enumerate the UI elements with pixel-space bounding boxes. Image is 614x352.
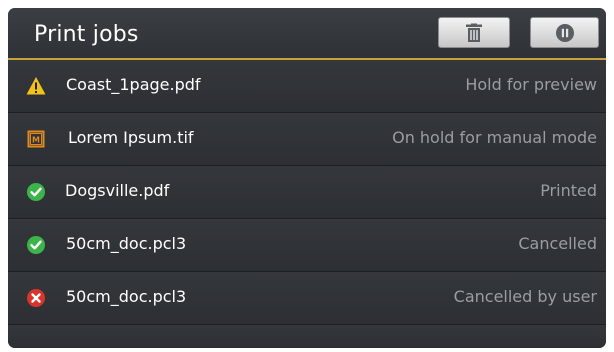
job-name: Dogsville.pdf [65,181,170,200]
header-bar: Print jobs [8,8,606,60]
job-row[interactable]: 50cm_doc.pcl3 Cancelled by user [8,272,606,325]
empty-list-area [8,325,606,348]
job-status: Hold for preview [465,75,597,94]
pause-button[interactable] [530,17,599,48]
job-list: Coast_1page.pdf Hold for preview M Lorem… [8,60,606,325]
warning-icon [26,77,46,95]
svg-text:M: M [32,136,40,145]
job-row[interactable]: Coast_1page.pdf Hold for preview [8,60,606,113]
error-circle-icon [27,289,45,307]
manual-mode-icon: M [27,130,45,148]
check-circle-icon [27,236,45,254]
page-title: Print jobs [34,22,139,47]
job-name: 50cm_doc.pcl3 [66,234,187,253]
trash-icon [466,23,482,42]
job-row[interactable]: M Lorem Ipsum.tif On hold for manual mod… [8,113,606,166]
job-name: Lorem Ipsum.tif [68,128,194,147]
pause-icon [555,23,574,42]
job-row[interactable]: 50cm_doc.pcl3 Cancelled [8,219,606,272]
job-status: Printed [540,181,597,200]
job-status: On hold for manual mode [392,128,597,147]
job-status: Cancelled [518,234,597,253]
job-status: Cancelled by user [453,287,597,306]
job-name: 50cm_doc.pcl3 [66,287,187,306]
job-row[interactable]: Dogsville.pdf Printed [8,166,606,219]
job-name: Coast_1page.pdf [66,75,201,94]
delete-button[interactable] [438,17,510,48]
print-jobs-screen: Print jobs Coast_1page.pdf Hold for prev… [8,8,606,348]
check-circle-icon [27,183,45,201]
